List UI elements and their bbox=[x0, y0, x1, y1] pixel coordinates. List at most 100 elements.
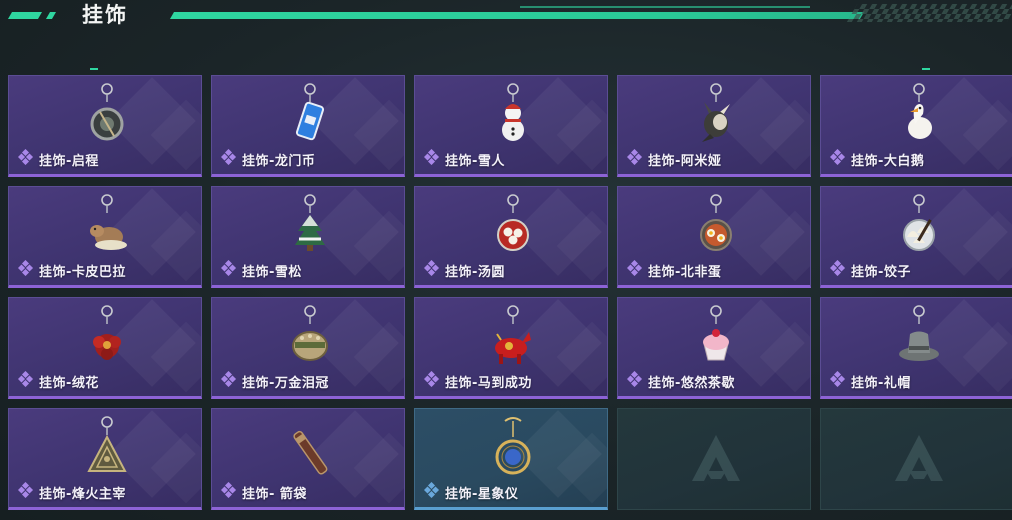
rarity-diamond-icon bbox=[423, 259, 445, 280]
game-logo-icon bbox=[895, 435, 943, 481]
snowman-charm-icon bbox=[502, 83, 524, 141]
charm-name: 挂饰-马到成功 bbox=[445, 375, 532, 391]
charm-label: 挂饰-星象仪 bbox=[423, 481, 519, 502]
column-marker bbox=[922, 68, 930, 70]
charm-name: 挂饰-雪人 bbox=[445, 153, 505, 169]
empty-slot bbox=[617, 408, 811, 510]
charm-name: 挂饰-大白鹅 bbox=[851, 153, 925, 169]
charm-label: 挂饰- 箭袋 bbox=[220, 481, 307, 502]
coin-card-charm-icon bbox=[295, 83, 325, 141]
charm-label: 挂饰-马到成功 bbox=[423, 370, 532, 391]
charm-name: 挂饰-绒花 bbox=[39, 375, 99, 391]
charm-label: 挂饰-大白鹅 bbox=[829, 148, 925, 169]
charm-card[interactable]: 挂饰-启程 bbox=[8, 75, 202, 177]
charm-name: 挂饰-汤圆 bbox=[445, 264, 505, 280]
empty-slot bbox=[820, 408, 1012, 510]
charm-card[interactable]: 挂饰- 箭袋 bbox=[211, 408, 405, 510]
page-title: 挂饰 bbox=[82, 3, 128, 27]
charm-name: 挂饰-雪松 bbox=[242, 264, 302, 280]
charm-label: 挂饰-雪松 bbox=[220, 259, 302, 280]
charm-label: 挂饰-饺子 bbox=[829, 259, 911, 280]
rarity-diamond-icon bbox=[220, 148, 242, 169]
charm-name: 挂饰-龙门币 bbox=[242, 153, 316, 169]
charm-label: 挂饰-礼帽 bbox=[829, 370, 911, 391]
charm-card[interactable]: 挂饰-雪人 bbox=[414, 75, 608, 177]
rarity-diamond-icon bbox=[829, 148, 851, 169]
bunny-charm-icon bbox=[702, 83, 730, 142]
rarity-diamond-icon bbox=[220, 259, 242, 280]
goose-charm-icon bbox=[908, 83, 932, 139]
charm-card[interactable]: 挂饰-大白鹅 bbox=[820, 75, 1012, 177]
header-accent-tick bbox=[45, 12, 57, 19]
rarity-diamond-icon bbox=[626, 370, 648, 391]
charm-card[interactable]: 挂饰-万金泪冠 bbox=[211, 297, 405, 399]
pyramid-charm-icon bbox=[87, 416, 127, 472]
charm-name: 挂饰-烽火主宰 bbox=[39, 486, 126, 502]
rarity-diamond-icon bbox=[626, 148, 648, 169]
rarity-diamond-icon bbox=[220, 481, 242, 502]
rarity-diamond-icon bbox=[17, 148, 39, 169]
charm-card[interactable]: 挂饰-礼帽 bbox=[820, 297, 1012, 399]
charm-card[interactable]: 挂饰-饺子 bbox=[820, 186, 1012, 288]
charm-card[interactable]: 挂饰-北非蛋 bbox=[617, 186, 811, 288]
rarity-diamond-icon bbox=[829, 259, 851, 280]
charm-label: 挂饰-卡皮巴拉 bbox=[17, 259, 126, 280]
top-hat-charm-icon bbox=[899, 305, 939, 361]
charm-name: 挂饰-万金泪冠 bbox=[242, 375, 329, 391]
game-logo-icon bbox=[692, 435, 740, 481]
charm-name: 挂饰-星象仪 bbox=[445, 486, 519, 502]
charm-label: 挂饰-万金泪冠 bbox=[220, 370, 329, 391]
charm-card[interactable]: 挂饰-悠然茶歇 bbox=[617, 297, 811, 399]
charm-name: 挂饰-礼帽 bbox=[851, 375, 911, 391]
rarity-diamond-icon bbox=[220, 370, 242, 391]
shakshuka-charm-icon bbox=[700, 194, 732, 251]
rarity-diamond-icon bbox=[17, 370, 39, 391]
charm-card[interactable]: 挂饰-雪松 bbox=[211, 186, 405, 288]
charm-name: 挂饰-悠然茶歇 bbox=[648, 375, 735, 391]
charm-label: 挂饰-启程 bbox=[17, 148, 99, 169]
charm-card[interactable]: 挂饰-绒花 bbox=[8, 297, 202, 399]
rarity-diamond-icon bbox=[423, 481, 445, 502]
cupcake-charm-icon bbox=[703, 305, 729, 361]
charm-card[interactable]: 挂饰-卡皮巴拉 bbox=[8, 186, 202, 288]
charm-card[interactable]: 挂饰-阿米娅 bbox=[617, 75, 811, 177]
snow-pine-charm-icon bbox=[295, 194, 325, 251]
charm-name: 挂饰-启程 bbox=[39, 153, 99, 169]
charm-card[interactable]: 挂饰-龙门币 bbox=[211, 75, 405, 177]
header-accent-bar bbox=[7, 12, 43, 19]
charm-label: 挂饰-阿米娅 bbox=[626, 148, 722, 169]
charm-card[interactable]: 挂饰-烽火主宰 bbox=[8, 408, 202, 510]
red-horse-charm-icon bbox=[495, 305, 531, 364]
rarity-diamond-icon bbox=[17, 481, 39, 502]
rarity-diamond-icon bbox=[423, 370, 445, 391]
charm-label: 挂饰-汤圆 bbox=[423, 259, 505, 280]
charm-name: 挂饰-阿米娅 bbox=[648, 153, 722, 169]
charm-label: 挂饰-绒花 bbox=[17, 370, 99, 391]
capybara-charm-icon bbox=[90, 194, 127, 250]
charm-name: 挂饰-北非蛋 bbox=[648, 264, 722, 280]
charm-label: 挂饰-雪人 bbox=[423, 148, 505, 169]
jiaozi-plate-charm-icon bbox=[903, 194, 935, 251]
charm-card[interactable]: 挂饰-汤圆 bbox=[414, 186, 608, 288]
charm-card[interactable]: 挂饰-星象仪 bbox=[414, 408, 608, 510]
header-thin-line bbox=[520, 6, 810, 8]
rarity-diamond-icon bbox=[423, 148, 445, 169]
quiver-charm-icon bbox=[293, 430, 328, 475]
charm-card[interactable]: 挂饰-马到成功 bbox=[414, 297, 608, 399]
charm-label: 挂饰-烽火主宰 bbox=[17, 481, 126, 502]
column-marker bbox=[90, 68, 98, 70]
charm-name: 挂饰- 箭袋 bbox=[242, 486, 307, 502]
rarity-diamond-icon bbox=[17, 259, 39, 280]
charm-label: 挂饰-北非蛋 bbox=[626, 259, 722, 280]
charm-label: 挂饰-龙门币 bbox=[220, 148, 316, 169]
astrolabe-charm-icon bbox=[495, 417, 531, 475]
velvet-flower-charm-icon bbox=[93, 305, 121, 360]
dumpling-bowl-charm-icon bbox=[497, 194, 529, 251]
rarity-diamond-icon bbox=[626, 259, 648, 280]
crown-charm-icon bbox=[292, 305, 328, 361]
charm-name: 挂饰-饺子 bbox=[851, 264, 911, 280]
charm-grid: 挂饰-启程 挂饰-龙门币 挂饰-雪人 挂饰-阿米娅 挂饰-大白鹅挂饰-卡皮巴拉 挂饰-雪松… bbox=[8, 75, 1012, 510]
header: 挂饰 bbox=[0, 0, 1012, 40]
checker-pattern bbox=[846, 4, 1012, 22]
rarity-diamond-icon bbox=[829, 370, 851, 391]
